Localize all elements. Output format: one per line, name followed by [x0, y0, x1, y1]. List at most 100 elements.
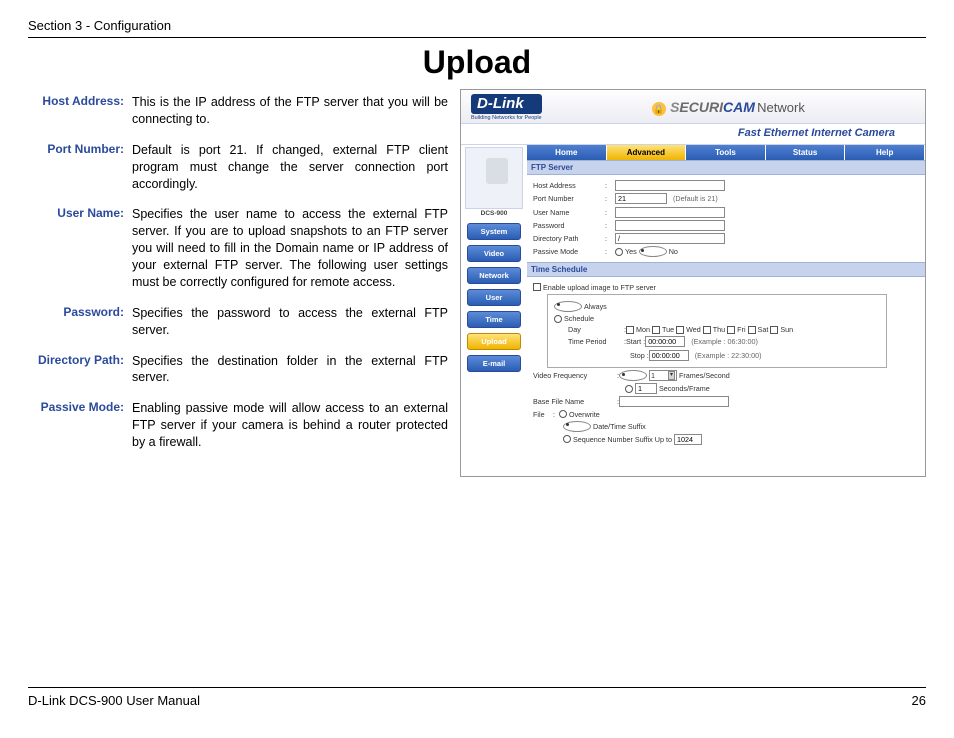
lbl-time-period: Time Period — [568, 337, 624, 346]
sidebar-video[interactable]: Video — [467, 245, 521, 262]
hint-start: (Example : 06:30:00) — [691, 337, 758, 346]
schedule-panel-title: Time Schedule — [527, 262, 925, 277]
tab-tools[interactable]: Tools — [686, 145, 766, 160]
footer-page: 26 — [912, 693, 926, 708]
sidebar-system[interactable]: System — [467, 223, 521, 240]
lbl-user: User Name — [533, 208, 605, 217]
chevron-down-icon: ▾ — [668, 371, 675, 380]
input-basefile[interactable] — [619, 396, 729, 407]
def-label-pass: Password: — [28, 300, 128, 348]
hint-port: (Default is 21) — [673, 194, 718, 203]
input-seq[interactable] — [674, 434, 702, 445]
sidebar-email[interactable]: E-mail — [467, 355, 521, 372]
lbl-yes: Yes — [625, 247, 637, 256]
chk-fri[interactable] — [727, 326, 735, 334]
chk-thu[interactable] — [703, 326, 711, 334]
input-pass[interactable] — [615, 220, 725, 231]
lbl-start: Start : — [626, 337, 645, 346]
chk-wed[interactable] — [676, 326, 684, 334]
chk-tue[interactable] — [652, 326, 660, 334]
lbl-basefile: Base File Name — [533, 397, 617, 406]
radio-schedule[interactable] — [554, 315, 562, 323]
radio-spf[interactable] — [625, 385, 633, 393]
lbl-sat: Sat — [758, 325, 769, 334]
def-text-pass: Specifies the password to access the ext… — [128, 300, 448, 348]
footer-manual: D-Link DCS-900 User Manual — [28, 693, 200, 708]
radio-overwrite[interactable] — [559, 410, 567, 418]
lock-icon: 🔒 — [652, 102, 666, 116]
sidebar-time[interactable]: Time — [467, 311, 521, 328]
lbl-sun: Sun — [780, 325, 793, 334]
lbl-tue: Tue — [662, 325, 674, 334]
tab-home[interactable]: Home — [527, 145, 607, 160]
sidebar-user[interactable]: User — [467, 289, 521, 306]
tab-strip: Home Advanced Tools Status Help — [527, 145, 925, 160]
radio-passive-no[interactable] — [639, 246, 667, 257]
lbl-no: No — [669, 247, 678, 256]
radio-always[interactable] — [554, 301, 582, 312]
dlink-logo: D-Link — [471, 94, 542, 114]
lbl-stop: Stop : — [630, 351, 649, 360]
section-header: Section 3 - Configuration — [28, 18, 926, 38]
input-dir[interactable] — [615, 233, 725, 244]
radio-fps[interactable] — [619, 370, 647, 381]
lbl-seq: Sequence Number Suffix Up to — [573, 435, 672, 444]
def-label-user: User Name: — [28, 201, 128, 299]
input-user[interactable] — [615, 207, 725, 218]
input-port[interactable] — [615, 193, 667, 204]
def-text-user: Specifies the user name to access the ex… — [128, 201, 448, 299]
product-subtitle: Fast Ethernet Internet Camera — [461, 124, 925, 145]
ftp-panel-title: FTP Server — [527, 160, 925, 175]
lbl-spf: Seconds/Frame — [659, 384, 710, 393]
input-host[interactable] — [615, 180, 725, 191]
lbl-datetime: Date/Time Suffix — [593, 422, 646, 431]
chk-sun[interactable] — [770, 326, 778, 334]
radio-datetime[interactable] — [563, 421, 591, 432]
lbl-overwrite: Overwrite — [569, 410, 600, 419]
lbl-file: File — [533, 410, 553, 419]
lbl-dir: Directory Path — [533, 234, 605, 243]
securicam-brand: SSECURICAMECURICAM — [670, 99, 755, 115]
lbl-enable-upload: Enable upload image to FTP server — [543, 283, 656, 292]
hint-stop: (Example : 22:30:00) — [695, 351, 762, 360]
lbl-wed: Wed — [686, 325, 701, 334]
chk-mon[interactable] — [626, 326, 634, 334]
radio-passive-yes[interactable] — [615, 248, 623, 256]
tab-status[interactable]: Status — [766, 145, 846, 160]
sidebar-network[interactable]: Network — [467, 267, 521, 284]
lbl-always: Always — [584, 302, 607, 311]
input-spf[interactable] — [635, 383, 657, 394]
lbl-passive: Passive Mode — [533, 247, 605, 256]
page-title: Upload — [28, 44, 926, 81]
tab-advanced[interactable]: Advanced — [607, 145, 687, 160]
lbl-pass: Password — [533, 221, 605, 230]
lbl-video-freq: Video Frequency — [533, 371, 617, 380]
def-text-passive: Enabling passive mode will allow access … — [128, 395, 448, 460]
def-label-host: Host Address: — [28, 89, 128, 137]
tab-help[interactable]: Help — [845, 145, 925, 160]
def-text-dir: Specifies the destination folder in the … — [128, 348, 448, 396]
admin-screenshot: D-Link Building Networks for People 🔒 SS… — [460, 89, 926, 477]
chk-sat[interactable] — [748, 326, 756, 334]
input-start[interactable] — [645, 336, 685, 347]
def-label-passive: Passive Mode: — [28, 395, 128, 460]
chk-enable-upload[interactable] — [533, 283, 541, 291]
camera-image — [465, 147, 523, 209]
lbl-thu: Thu — [713, 325, 725, 334]
lbl-fps: Frames/Second — [679, 371, 730, 380]
lbl-schedule: Schedule — [564, 314, 594, 323]
network-label: Network — [757, 100, 805, 115]
select-fps[interactable]: 1▾ — [649, 370, 677, 381]
lbl-host: Host Address — [533, 181, 605, 190]
input-stop[interactable] — [649, 350, 689, 361]
sidebar-upload[interactable]: Upload — [467, 333, 521, 350]
sidebar: DCS-900 System Video Network User Time U… — [461, 145, 527, 450]
lbl-port: Port Number — [533, 194, 605, 203]
def-text-port: Default is port 21. If changed, external… — [128, 137, 448, 202]
lbl-day: Day — [568, 325, 624, 334]
def-label-port: Port Number: — [28, 137, 128, 202]
def-text-host: This is the IP address of the FTP server… — [128, 89, 448, 137]
def-label-dir: Directory Path: — [28, 348, 128, 396]
radio-seq[interactable] — [563, 435, 571, 443]
lbl-fri: Fri — [737, 325, 745, 334]
